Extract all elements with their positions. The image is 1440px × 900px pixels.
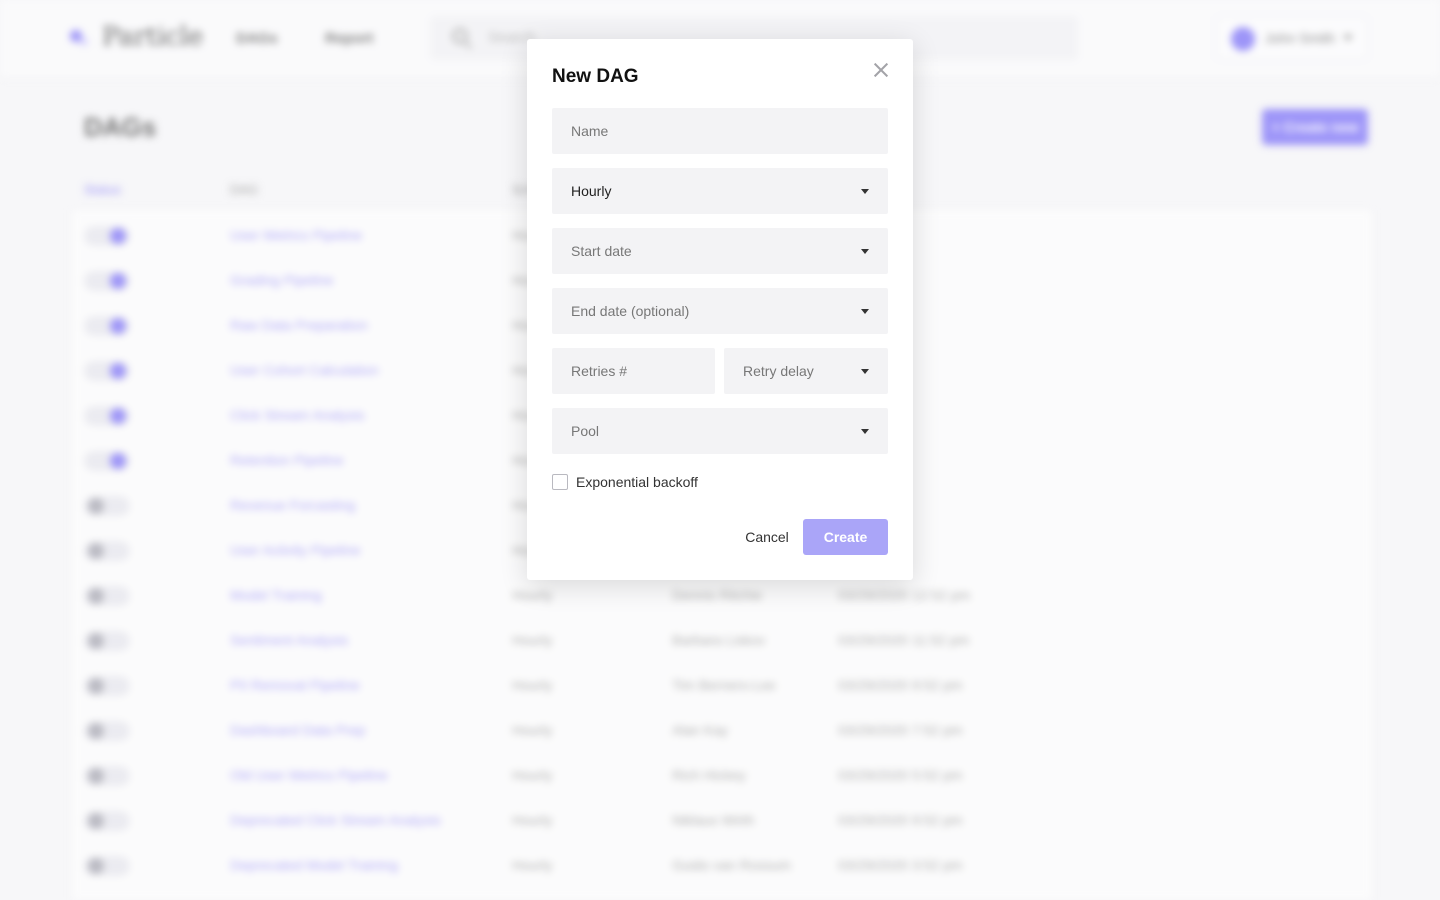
start-date-select[interactable]: Start date: [552, 228, 888, 274]
caret-down-icon: [861, 369, 869, 374]
retry-delay-placeholder: Retry delay: [743, 363, 814, 379]
caret-down-icon: [861, 249, 869, 254]
retry-delay-select[interactable]: Retry delay: [724, 348, 888, 394]
pool-select[interactable]: Pool: [552, 408, 888, 454]
retries-placeholder: Retries #: [571, 363, 628, 379]
schedule-value: Hourly: [571, 183, 612, 199]
exponential-backoff-checkbox[interactable]: [552, 474, 568, 490]
exponential-backoff-label[interactable]: Exponential backoff: [576, 474, 698, 490]
cancel-button[interactable]: Cancel: [737, 519, 797, 555]
pool-placeholder: Pool: [571, 423, 600, 439]
name-input[interactable]: Name: [552, 108, 888, 154]
start-date-placeholder: Start date: [571, 243, 632, 259]
new-dag-modal: New DAG Name Hourly Start date End date …: [527, 39, 913, 580]
caret-down-icon: [861, 189, 869, 194]
name-placeholder: Name: [571, 123, 609, 139]
retries-input[interactable]: Retries #: [552, 348, 715, 394]
end-date-placeholder: End date (optional): [571, 303, 690, 319]
create-button[interactable]: Create: [803, 519, 888, 555]
caret-down-icon: [861, 429, 869, 434]
schedule-select[interactable]: Hourly: [552, 168, 888, 214]
caret-down-icon: [861, 309, 869, 314]
close-icon[interactable]: [871, 60, 891, 80]
exponential-backoff-option: Exponential backoff: [552, 473, 698, 491]
end-date-select[interactable]: End date (optional): [552, 288, 888, 334]
modal-title: New DAG: [552, 66, 639, 87]
